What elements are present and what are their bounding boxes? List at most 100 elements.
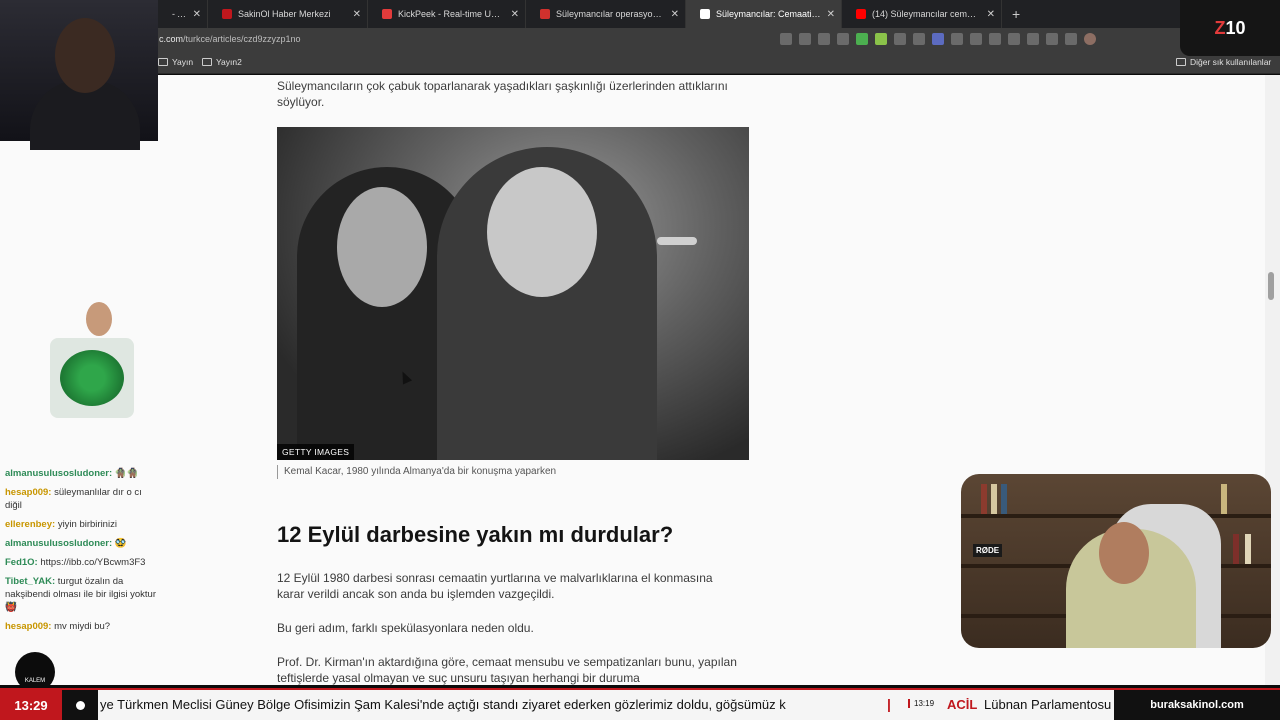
extension-icon[interactable] — [1008, 33, 1020, 45]
tab-bbc-active[interactable]: Süleymancılar: Cemaatin tarihi, yapı ✕ — [686, 0, 842, 28]
chat-message: almanusulusosludoner: 🥸 — [5, 537, 160, 550]
book — [991, 484, 997, 514]
bookmark-label: Yayın — [172, 57, 194, 67]
host-face — [1099, 522, 1149, 584]
book — [1245, 534, 1251, 564]
book — [1233, 534, 1239, 564]
brand-rest: 10 — [1225, 17, 1246, 38]
tab-operasyon[interactable]: Süleymancılar operasyonunun perde ✕ — [526, 0, 686, 28]
bookmark-yayin2[interactable]: Yayın2 — [202, 57, 242, 67]
url-path: /turkce/articles/czd9zzyzp1no — [183, 34, 301, 44]
reader-icon[interactable] — [818, 33, 830, 45]
bbc-favicon-icon — [700, 9, 710, 19]
tab-sakinol[interactable]: SakinOl Haber Merkezi ✕ — [208, 0, 368, 28]
logo-text: KALEM — [24, 678, 46, 684]
tab-label: KickPeek - Real-time URL Crawler — [398, 9, 505, 19]
new-tab-icon[interactable]: + — [1012, 6, 1020, 22]
photo-microphone — [657, 237, 697, 245]
chat-message: Tibet_YAK: turgut özalın da nakşibendi o… — [5, 575, 160, 614]
chat-text: https://ibb.co/YBcwm3F3 — [40, 557, 146, 568]
photo-face-left — [337, 187, 427, 307]
ticker-site: buraksakinol.com — [1114, 690, 1280, 720]
puzzle-icon[interactable] — [970, 33, 982, 45]
close-icon[interactable]: ✕ — [671, 9, 679, 20]
guest-webcam — [0, 0, 158, 150]
collections-icon[interactable] — [1065, 33, 1077, 45]
tab-label: (14) Süleymancılar cemaati kimdir — [872, 9, 981, 19]
favorites-icon[interactable] — [1027, 33, 1039, 45]
folder-icon — [158, 58, 168, 66]
folder-icon — [202, 58, 212, 66]
ticker-clock: 13:29 — [0, 690, 62, 720]
chat-message: ellerenbey: yiyin birbirinizi — [5, 518, 160, 531]
scrollbar-thumb[interactable] — [1268, 272, 1274, 300]
live-dot-icon — [62, 690, 98, 720]
extension-icon[interactable] — [932, 33, 944, 45]
chat-feed: almanusulusosludoner: 🧌🧌 hesap009: süley… — [5, 467, 160, 639]
brand-z: Z — [1214, 17, 1226, 38]
webcam-person-head — [55, 18, 115, 93]
book — [981, 484, 987, 514]
bookmarks-bar: Yayın Yayın2 Diğer sık kullanılanlar — [0, 52, 1280, 74]
url-field[interactable]: c.com/turkce/articles/czd9zzyzp1no — [159, 34, 301, 44]
article-photo: GETTY IMAGES — [277, 127, 749, 460]
bookshelf — [961, 514, 1271, 518]
ticker-headline: ye Türkmen Meclisi Güney Bölge Ofisimizi… — [100, 697, 786, 712]
extension-icon[interactable] — [875, 33, 887, 45]
mascot-head — [86, 302, 112, 336]
close-icon[interactable]: ✕ — [353, 9, 361, 20]
news-favicon-icon — [540, 9, 550, 19]
chat-username: almanusulusosludoner: — [5, 468, 113, 479]
bookmark-other[interactable]: Diğer sık kullanılanlar — [1176, 57, 1271, 67]
avatar[interactable] — [1084, 33, 1096, 45]
tab-search[interactable]: - Arama ✕ — [158, 0, 208, 28]
host-webcam: RØDE — [961, 474, 1271, 648]
extension-icon[interactable] — [856, 33, 868, 45]
close-icon[interactable]: ✕ — [827, 9, 835, 20]
extension-icon[interactable] — [894, 33, 906, 45]
chat-text: mv miydi bu? — [54, 621, 111, 632]
chat-username: ellerenbey: — [5, 519, 56, 530]
url-host: c.com — [159, 34, 184, 44]
extension-icon[interactable] — [780, 33, 792, 45]
book — [1001, 484, 1007, 514]
photo-credit: GETTY IMAGES — [277, 444, 355, 460]
microphone-label: RØDE — [973, 544, 1003, 557]
folder-icon — [1176, 58, 1186, 66]
zoom-icon[interactable] — [799, 33, 811, 45]
tab-label: Süleymancılar: Cemaatin tarihi, yapı — [716, 9, 821, 19]
clover-icon — [60, 350, 124, 406]
mascot-jar-image — [28, 300, 152, 422]
chat-username: hesap009: — [5, 621, 52, 632]
bookmark-yayin[interactable]: Yayın — [158, 57, 193, 67]
browser-tab-bar: - Arama ✕ SakinOl Haber Merkezi ✕ KickPe… — [0, 0, 1280, 28]
chat-text: yiyin birbirinizi — [57, 519, 117, 530]
extension-toolbar — [780, 33, 1096, 45]
pen-logo-icon: KALEM — [15, 652, 55, 692]
site-favicon-icon — [222, 9, 232, 19]
chat-username: Tibet_YAK: — [5, 576, 56, 587]
ticker-urgent-label: ACİL — [947, 697, 978, 712]
extension-icon[interactable] — [913, 33, 925, 45]
extension-icon[interactable] — [951, 33, 963, 45]
star-icon[interactable] — [837, 33, 849, 45]
split-view-icon[interactable] — [989, 33, 1001, 45]
close-icon[interactable]: ✕ — [193, 9, 201, 20]
photo-face-right — [487, 167, 597, 297]
heart-icon[interactable] — [1046, 33, 1058, 45]
address-bar[interactable]: c.com/turkce/articles/czd9zzyzp1no — [0, 28, 1280, 52]
chat-message: hesap009: süleymanlılar dır o cı diğil — [5, 486, 160, 512]
tab-youtube[interactable]: (14) Süleymancılar cemaati kimdir ✕ — [842, 0, 1002, 28]
ticker-item-time: 13:19 — [908, 699, 934, 708]
chat-message: Fed1O: https://ibb.co/YBcwm3F3 — [5, 556, 160, 569]
close-icon[interactable]: ✕ — [987, 9, 995, 20]
stream-screen: - Arama ✕ SakinOl Haber Merkezi ✕ KickPe… — [0, 0, 1280, 720]
close-icon[interactable]: ✕ — [511, 9, 519, 20]
chat-message: hesap009: mv miydi bu? — [5, 620, 160, 633]
tab-label: SakinOl Haber Merkezi — [238, 9, 331, 19]
article-paragraph: Prof. Dr. Kirman'ın aktardığına göre, ce… — [277, 655, 737, 685]
bookmark-label: Diğer sık kullanılanlar — [1190, 57, 1272, 67]
section-heading: 12 Eylül darbesine yakın mı durdular? — [277, 522, 674, 547]
chat-username: hesap009: — [5, 487, 52, 498]
tab-kickpeek[interactable]: KickPeek - Real-time URL Crawler ✕ — [368, 0, 526, 28]
